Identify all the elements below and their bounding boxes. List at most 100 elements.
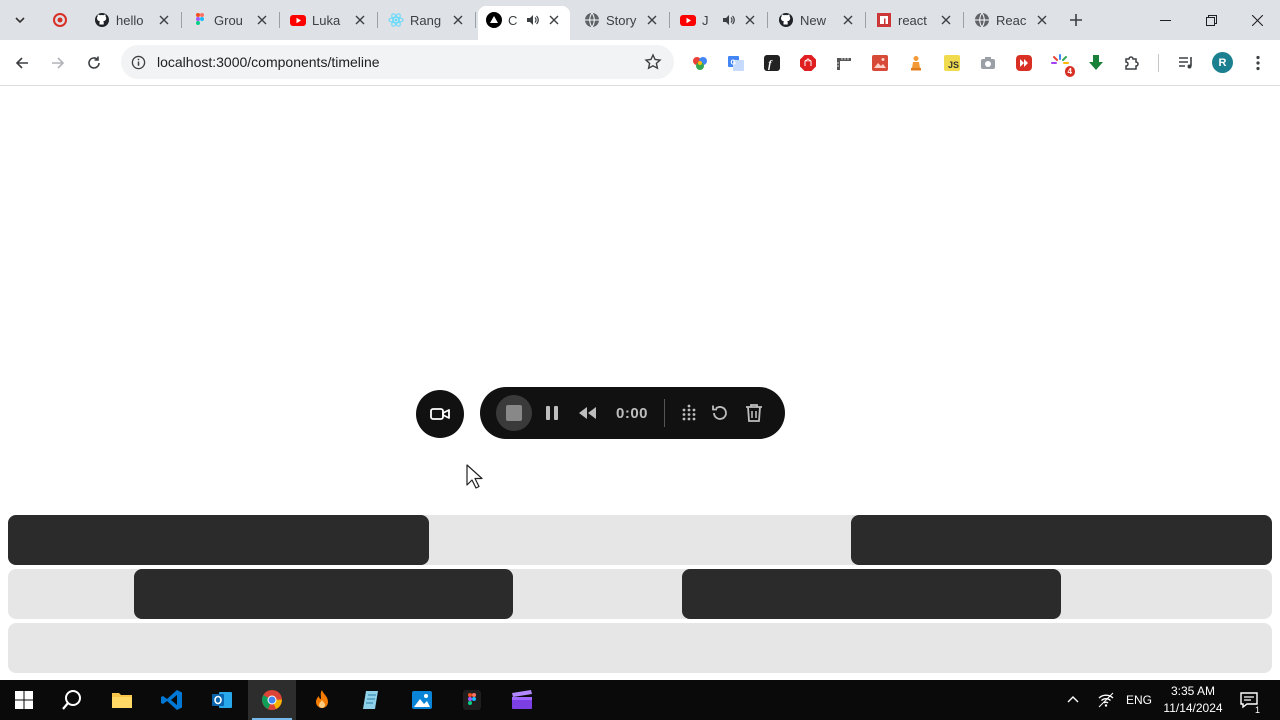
show-hidden-icons-button[interactable] bbox=[1062, 680, 1084, 720]
flame-app-button[interactable] bbox=[298, 680, 346, 720]
reset-button[interactable] bbox=[709, 402, 731, 424]
font-extension-icon[interactable]: f bbox=[762, 53, 782, 73]
ruler-extension-icon[interactable] bbox=[834, 53, 854, 73]
close-window-button[interactable] bbox=[1234, 0, 1280, 40]
photos-app-button[interactable] bbox=[398, 680, 446, 720]
outlook-button[interactable] bbox=[198, 680, 246, 720]
notepad-icon bbox=[363, 691, 378, 709]
back-button[interactable] bbox=[6, 47, 38, 79]
file-explorer-button[interactable] bbox=[98, 680, 146, 720]
close-tab-icon[interactable] bbox=[156, 12, 172, 28]
notifications-button[interactable]: 1 bbox=[1234, 680, 1264, 720]
media-control-icon[interactable] bbox=[1176, 53, 1196, 73]
translate-extension-icon[interactable]: G bbox=[726, 53, 746, 73]
spinner-extension-icon[interactable]: 4 bbox=[1050, 53, 1075, 77]
extensions-puzzle-icon[interactable] bbox=[1122, 53, 1142, 73]
restore-button[interactable] bbox=[1188, 0, 1234, 40]
tab-search-button[interactable] bbox=[8, 8, 32, 32]
javascript-extension-icon[interactable]: JS bbox=[942, 53, 962, 73]
speaker-icon[interactable] bbox=[526, 13, 540, 27]
close-tab-icon[interactable] bbox=[450, 12, 466, 28]
tab-11[interactable]: Reac bbox=[966, 6, 1058, 34]
globe-icon bbox=[974, 12, 990, 28]
timeline-segment[interactable] bbox=[8, 515, 429, 565]
youtube-icon bbox=[290, 12, 306, 28]
stop-button[interactable] bbox=[496, 395, 532, 431]
vscode-icon bbox=[161, 690, 182, 710]
triangle-icon bbox=[486, 12, 502, 28]
tab-title: New bbox=[800, 12, 827, 28]
clapper-app-button[interactable] bbox=[498, 680, 546, 720]
tab-5[interactable]: Rang bbox=[380, 6, 474, 34]
timeline-segment[interactable] bbox=[851, 515, 1272, 565]
timeline-segment[interactable] bbox=[134, 569, 513, 619]
minimize-button[interactable] bbox=[1142, 0, 1188, 40]
language-indicator[interactable]: ENG bbox=[1124, 680, 1154, 720]
profile-avatar[interactable]: R bbox=[1212, 52, 1233, 73]
tab-6-active[interactable]: C bbox=[478, 6, 570, 40]
pause-button[interactable] bbox=[540, 401, 564, 425]
tab-divider bbox=[669, 12, 670, 28]
kebab-menu-icon[interactable] bbox=[1248, 53, 1268, 73]
close-tab-icon[interactable] bbox=[742, 12, 758, 28]
close-tab-icon[interactable] bbox=[254, 12, 270, 28]
color-picker-extension-icon[interactable] bbox=[690, 53, 710, 73]
rewind-button[interactable] bbox=[576, 401, 600, 425]
tab-title: C bbox=[508, 12, 518, 28]
close-tab-icon[interactable] bbox=[840, 12, 856, 28]
close-tab-icon[interactable] bbox=[352, 12, 368, 28]
tab-title: react bbox=[898, 12, 927, 28]
vscode-button[interactable] bbox=[148, 680, 196, 720]
delete-button[interactable] bbox=[742, 401, 766, 425]
outlook-icon bbox=[212, 692, 232, 708]
grid-button[interactable] bbox=[678, 402, 700, 424]
new-tab-button[interactable] bbox=[1064, 8, 1088, 32]
site-info-icon[interactable] bbox=[129, 53, 147, 71]
pause-icon bbox=[546, 406, 558, 420]
react-icon bbox=[388, 12, 404, 28]
start-button[interactable] bbox=[0, 680, 48, 720]
close-tab-icon[interactable] bbox=[644, 12, 660, 28]
tab-2[interactable]: hello bbox=[86, 6, 180, 34]
forward-button[interactable] bbox=[42, 47, 74, 79]
grid-icon bbox=[682, 404, 696, 421]
figma-app-button[interactable] bbox=[448, 680, 496, 720]
timeline-track[interactable] bbox=[8, 569, 1272, 619]
reload-button[interactable] bbox=[78, 47, 110, 79]
skip-extension-icon[interactable] bbox=[1014, 53, 1034, 73]
chrome-button[interactable] bbox=[248, 680, 296, 720]
timeline-segment[interactable] bbox=[682, 569, 1061, 619]
tab-9[interactable]: New bbox=[770, 6, 864, 34]
tab-10[interactable]: react bbox=[868, 6, 962, 34]
close-tab-icon[interactable] bbox=[1034, 12, 1050, 28]
close-tab-icon[interactable] bbox=[938, 12, 954, 28]
trash-icon bbox=[746, 404, 762, 422]
stop-icon bbox=[506, 405, 522, 421]
tab-title: Story bbox=[606, 12, 637, 28]
chess-extension-icon[interactable] bbox=[906, 53, 926, 73]
camera-extension-icon[interactable] bbox=[978, 53, 998, 73]
address-bar[interactable]: localhost:3000/components/timeline bbox=[121, 45, 674, 79]
clock[interactable]: 3:35 AM 11/14/2024 bbox=[1156, 683, 1230, 717]
tab-7[interactable]: Story bbox=[576, 6, 668, 34]
tab-3[interactable]: Grou bbox=[184, 6, 278, 34]
bookmark-star-icon[interactable] bbox=[644, 53, 662, 71]
timeline-track[interactable] bbox=[8, 515, 1272, 565]
photo-extension-icon[interactable] bbox=[870, 53, 890, 73]
tab-4[interactable]: Luka bbox=[282, 6, 376, 34]
notepad-app-button[interactable] bbox=[348, 680, 396, 720]
tab-divider bbox=[279, 12, 280, 28]
network-button[interactable] bbox=[1094, 680, 1118, 720]
search-button[interactable] bbox=[48, 680, 96, 720]
tab-title: Grou bbox=[214, 12, 243, 28]
timeline-track[interactable] bbox=[8, 623, 1272, 673]
adblock-extension-icon[interactable] bbox=[798, 53, 818, 73]
tab-title: Luka bbox=[312, 12, 341, 28]
camera-button[interactable] bbox=[416, 390, 464, 438]
speaker-icon[interactable] bbox=[722, 13, 736, 27]
download-extension-icon[interactable] bbox=[1086, 53, 1106, 73]
tab-8[interactable]: J bbox=[672, 6, 766, 34]
mouse-cursor-icon bbox=[466, 464, 483, 489]
close-tab-icon[interactable] bbox=[546, 12, 562, 28]
globe-icon bbox=[584, 12, 600, 28]
